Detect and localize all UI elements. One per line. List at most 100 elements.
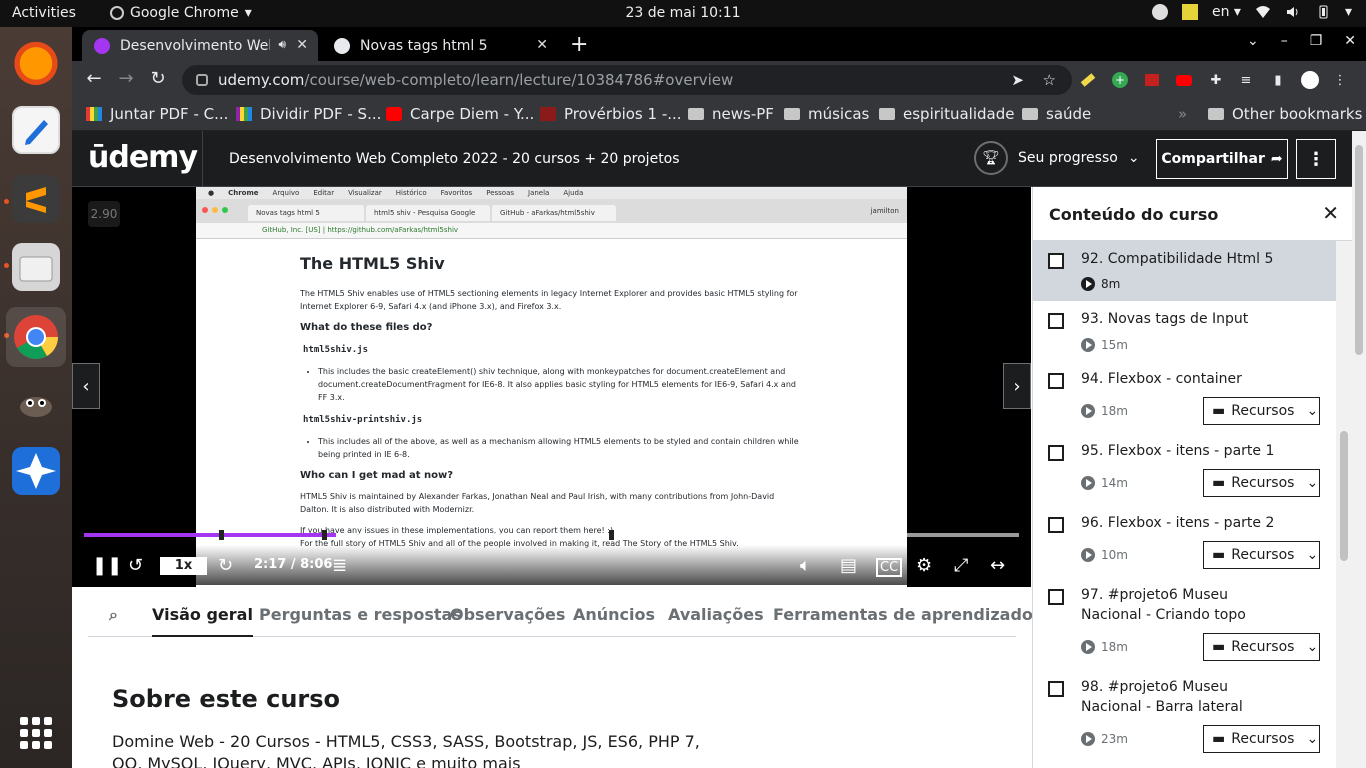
settings-icon[interactable]: ⚙︎ <box>916 555 932 576</box>
resources-button[interactable]: ▬ Recursos ⌄ <box>1203 469 1320 497</box>
bookmark-folder[interactable]: news-PF <box>688 105 774 123</box>
lesson-checkbox[interactable] <box>1048 517 1064 533</box>
show-apps-icon[interactable] <box>20 717 52 749</box>
tab-notes[interactable]: Observações <box>450 605 565 624</box>
lesson-item[interactable]: 94. Flexbox - container 18m ▬ Recursos ⌄ <box>1033 361 1336 433</box>
scrollbar-thumb[interactable] <box>1340 431 1348 561</box>
battery-icon[interactable] <box>1315 4 1331 20</box>
add-note-icon[interactable]: ≣ <box>332 555 347 576</box>
restore-icon[interactable]: ❐ <box>1310 33 1323 49</box>
resources-button[interactable]: ▬ Recursos ⌄ <box>1203 397 1320 425</box>
lesson-checkbox[interactable] <box>1048 253 1064 269</box>
chrome-menu-icon[interactable]: ⋮ <box>1330 70 1350 90</box>
badge-extension-icon[interactable] <box>1142 70 1162 90</box>
language-indicator[interactable]: en ▾ <box>1212 4 1241 20</box>
transcript-icon[interactable]: ▤ <box>840 555 857 576</box>
fullscreen-icon[interactable]: ⤢ <box>954 555 968 576</box>
bookmark-item[interactable]: Juntar PDF - C... <box>86 105 228 123</box>
close-tab-icon[interactable]: ✕ <box>296 37 308 53</box>
minimize-icon[interactable]: – <box>1281 33 1288 49</box>
video-player[interactable]: 2.90 ● Chrome Arquivo Editar Visualizar Hist… <box>72 187 1031 587</box>
expand-icon[interactable]: ↔ <box>990 555 1005 576</box>
lesson-item[interactable]: 95. Flexbox - itens - parte 1 14m ▬ Recur… <box>1033 433 1336 505</box>
close-tab-icon[interactable]: ✕ <box>536 37 548 53</box>
share-button[interactable]: Compartilhar ➦ <box>1156 139 1288 179</box>
speaker-icon[interactable]: 🔊︎ <box>278 37 286 52</box>
video-frame[interactable]: ● Chrome Arquivo Editar Visualizar Histórico… <box>196 187 907 587</box>
lesson-checkbox[interactable] <box>1048 313 1064 329</box>
bookmark-item[interactable]: Dividir PDF - S... <box>236 105 381 123</box>
udemy-logo[interactable]: ūdemy <box>88 140 198 175</box>
text-editor-icon[interactable] <box>12 106 60 154</box>
wifi-icon[interactable] <box>1255 4 1271 20</box>
close-window-icon[interactable]: ✕ <box>1344 33 1356 49</box>
more-options-button[interactable]: ⋮ <box>1296 139 1336 179</box>
bookmark-star-icon[interactable]: ☆ <box>1043 71 1056 89</box>
playback-rate-button[interactable]: 1x <box>160 557 207 575</box>
close-icon[interactable]: ✕ <box>1322 201 1339 225</box>
reload-icon[interactable]: ↻ <box>146 68 170 89</box>
bookmark-folder[interactable]: espiritualidade <box>879 105 1014 123</box>
notes-icon[interactable] <box>1181 4 1198 20</box>
resources-button[interactable]: ▬ Recursos ⌄ <box>1203 541 1320 569</box>
lesson-item[interactable]: 96. Flexbox - itens - parte 2 10m ▬ Recur… <box>1033 505 1336 577</box>
sidebar-scrollbar[interactable] <box>1336 241 1352 768</box>
activities-button[interactable]: Activities <box>12 5 76 21</box>
lesson-item[interactable]: 93. Novas tags de Input 15m <box>1033 301 1336 361</box>
bookmark-folder[interactable]: músicas <box>784 105 869 123</box>
media-queue-icon[interactable]: ≡ <box>1236 70 1256 90</box>
app-store-icon[interactable] <box>12 447 60 495</box>
forward-icon[interactable]: ↻ <box>218 555 233 576</box>
next-lecture-button[interactable]: › <box>1003 363 1031 409</box>
lesson-item[interactable]: 92. Compatibilidade Html 5 8m <box>1033 241 1336 301</box>
plus-extension-icon[interactable]: + <box>1110 70 1130 90</box>
update-icon[interactable] <box>1151 4 1168 20</box>
pause-icon[interactable]: ❚❚ <box>92 555 122 576</box>
bookmark-folder[interactable]: saúde <box>1022 105 1091 123</box>
volume-icon[interactable] <box>1285 4 1301 20</box>
lesson-item[interactable]: 97. #projeto6 Museu Nacional - Criando t… <box>1033 577 1336 669</box>
system-tray[interactable]: en ▾ ▾ <box>1151 4 1352 20</box>
progress-bar[interactable] <box>84 530 1019 540</box>
tab-reviews[interactable]: Avaliações <box>668 605 764 624</box>
bookmark-item[interactable]: Carpe Diem - Y... <box>386 105 534 123</box>
resources-button[interactable]: ▬ Recursos ⌄ <box>1203 633 1320 661</box>
back-icon[interactable]: ← <box>82 68 106 89</box>
browser-tab-udemy[interactable]: Desenvolvimento Web 🔊︎ ✕ <box>82 30 318 61</box>
new-tab-icon[interactable]: + <box>570 32 588 57</box>
power-menu-caret[interactable]: ▾ <box>1345 4 1352 20</box>
search-icon[interactable]: ⌕ <box>109 605 118 625</box>
lesson-checkbox[interactable] <box>1048 681 1064 697</box>
forward-icon[interactable]: → <box>114 68 138 89</box>
other-bookmarks-folder[interactable]: Other bookmarks <box>1208 105 1362 123</box>
tab-overview[interactable]: Visão geral <box>152 605 253 637</box>
gimp-icon[interactable] <box>12 379 60 427</box>
chrome-icon[interactable] <box>6 307 66 367</box>
extensions-puzzle-icon[interactable]: ✚ <box>1206 70 1226 90</box>
progress-button[interactable]: 🏆︎ Seu progresso ⌄ <box>974 141 1140 175</box>
address-bar[interactable]: udemy.com /course/web-completo/learn/lec… <box>182 65 1072 95</box>
app-menu[interactable]: Google Chrome ▾ <box>110 5 252 21</box>
browser-tab-html5[interactable]: Novas tags html 5 ✕ <box>322 30 558 61</box>
bookmark-item[interactable]: Provérbios 1 -... <box>540 105 682 123</box>
course-title[interactable]: Desenvolvimento Web Completo 2022 - 20 c… <box>202 131 680 187</box>
tab-qa[interactable]: Perguntas e respostas <box>259 605 462 624</box>
lesson-checkbox[interactable] <box>1048 445 1064 461</box>
tab-announcements[interactable]: Anúncios <box>573 605 655 624</box>
sublime-text-icon[interactable] <box>12 175 60 223</box>
profile-avatar-icon[interactable] <box>1300 70 1320 90</box>
side-panel-icon[interactable]: ▮ <box>1268 70 1288 90</box>
volume-icon[interactable]: 🔈︎ <box>800 555 811 576</box>
scrollbar-thumb[interactable] <box>1355 145 1363 355</box>
firefox-icon[interactable] <box>12 37 60 85</box>
lock-icon[interactable] <box>196 74 208 86</box>
send-icon[interactable]: ➤ <box>1011 71 1024 89</box>
youtube-extension-icon[interactable] <box>1174 70 1194 90</box>
bookmarks-overflow[interactable]: » <box>1178 105 1187 123</box>
rewind-icon[interactable]: ↺ <box>128 555 143 576</box>
previous-lecture-button[interactable]: ‹ <box>72 363 100 409</box>
lesson-checkbox[interactable] <box>1048 373 1064 389</box>
highlighter-extension-icon[interactable] <box>1078 70 1098 90</box>
tab-learning-tools[interactable]: Ferramentas de aprendizado <box>773 605 1033 624</box>
page-scrollbar[interactable] <box>1352 131 1366 768</box>
